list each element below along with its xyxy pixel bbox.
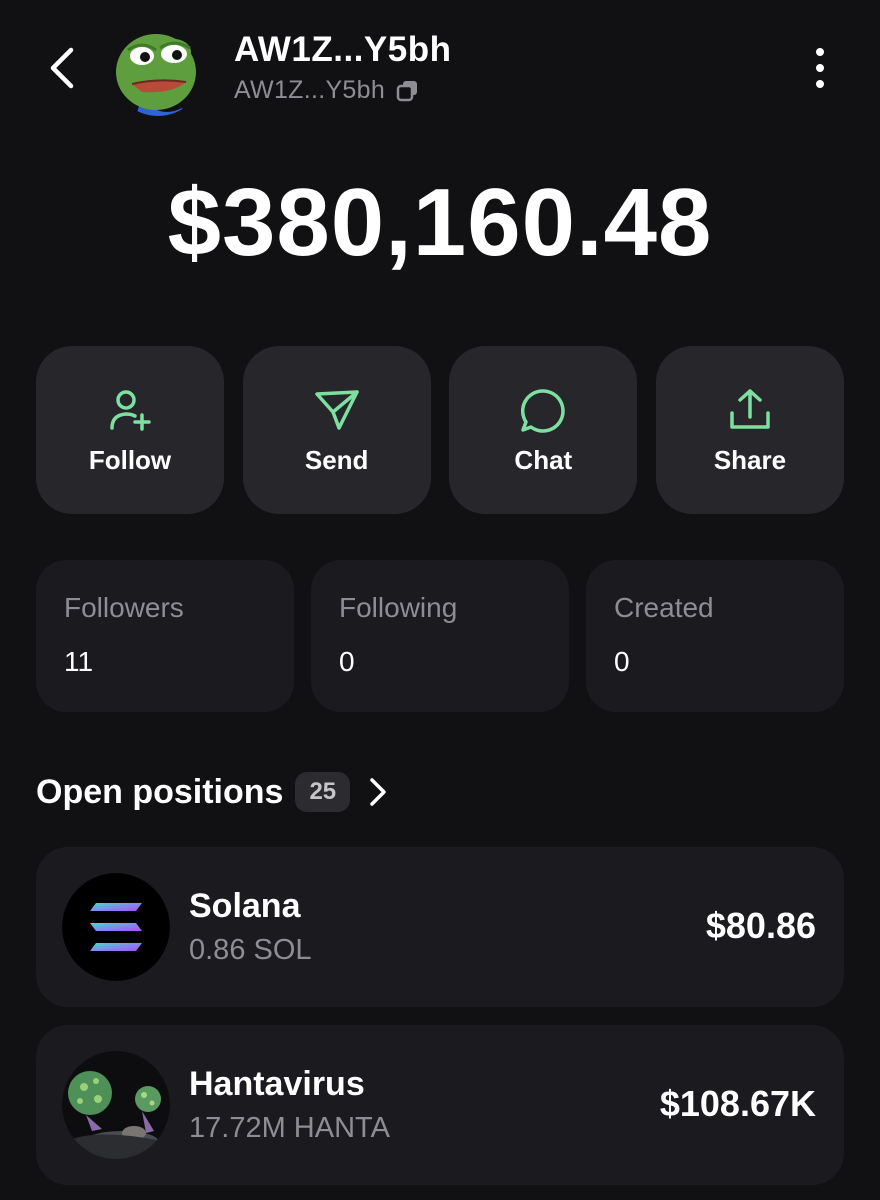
token-name: Hantavirus [189,1065,365,1103]
avatar[interactable] [112,24,204,116]
stat-label: Followers [64,592,184,623]
follow-label: Follow [88,444,172,475]
stat-value: 0 [614,646,630,677]
back-button[interactable] [40,40,84,96]
following-stat[interactable]: Following 0 [311,560,569,712]
positions-count-badge: 25 [295,772,351,812]
profile-stats: Followers 11 Following 0 Created 0 [36,560,844,712]
stat-value: 0 [339,646,355,677]
send-icon [312,385,362,435]
chat-label: Chat [514,444,573,475]
token-value: $80.86 [705,905,816,946]
send-button[interactable]: Send [242,346,431,514]
more-options-button[interactable] [802,40,838,96]
token-name: Solana [189,887,301,925]
stat-label: Created [614,592,714,623]
followers-stat[interactable]: Followers 11 [36,560,294,712]
created-stat[interactable]: Created 0 [586,560,844,712]
chevron-right-icon[interactable] [368,775,392,809]
position-row[interactable]: Solana 0.86 SOL $80.86 [36,847,844,1007]
wallet-address: AW1Z...Y5bh [234,76,386,104]
send-label: Send [304,444,369,475]
chat-icon [518,385,568,435]
open-positions-header[interactable]: Open positions 25 [36,772,392,812]
solana-logo-icon [62,873,170,981]
copy-icon[interactable] [395,78,421,104]
chat-button[interactable]: Chat [449,346,638,514]
chevron-left-icon [50,47,74,89]
more-vertical-icon [816,48,824,56]
share-button[interactable]: Share [655,346,844,514]
stat-label: Following [339,592,458,623]
token-amount: 17.72M HANTA [189,1112,390,1144]
share-icon [725,385,775,435]
address-row: AW1Z...Y5bh [234,76,421,105]
section-title: Open positions [36,772,284,811]
hanta-token-icon [62,1051,170,1159]
stat-value: 11 [64,646,94,677]
share-label: Share [713,444,787,475]
profile-name: AW1Z...Y5bh [234,30,452,69]
token-value: $108.67K [659,1083,816,1124]
action-buttons: Follow Send Chat Share [36,346,844,514]
user-plus-icon [105,385,155,435]
pepe-avatar-image [112,24,204,116]
token-amount: 0.86 SOL [189,934,312,966]
position-row[interactable]: Hantavirus 17.72M HANTA $108.67K [36,1025,844,1185]
portfolio-balance: $380,160.48 [167,169,713,276]
follow-button[interactable]: Follow [36,346,224,514]
